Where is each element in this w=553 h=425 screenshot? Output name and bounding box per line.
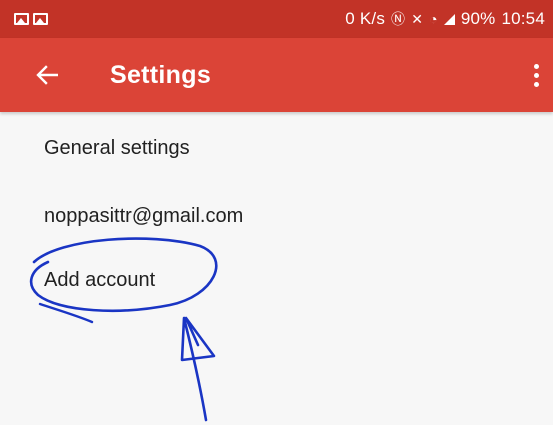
android-screen: 0 K/s Ⓝ ✕ ◔ 90% 10:54 Settings General s…	[0, 0, 553, 425]
wifi-icon: ◔	[429, 11, 438, 27]
app-bar: Settings	[0, 38, 553, 112]
status-notifications	[14, 13, 48, 25]
image-notification-icon	[33, 13, 48, 25]
clock: 10:54	[501, 9, 545, 28]
settings-item-label: noppasittr@gmail.com	[44, 204, 244, 227]
battery-level: 90%	[460, 9, 496, 28]
more-vertical-icon[interactable]	[519, 55, 553, 95]
status-bar: 0 K/s Ⓝ ✕ ◔ 90% 10:54	[0, 0, 553, 38]
arrow-annotation	[180, 316, 216, 422]
settings-item-account[interactable]: noppasittr@gmail.com	[0, 184, 553, 248]
settings-list: General settings noppasittr@gmail.com Ad…	[0, 112, 553, 312]
settings-item-label: Add account	[44, 268, 156, 291]
settings-item-general[interactable]: General settings	[0, 112, 553, 184]
signal-icon	[443, 13, 455, 25]
page-title: Settings	[110, 60, 212, 89]
vibrate-icon: ✕	[411, 11, 424, 27]
settings-item-label: General settings	[44, 136, 190, 159]
status-indicators: 0 K/s Ⓝ ✕ ◔ 90% 10:54	[345, 9, 545, 29]
arrow-left-icon[interactable]	[34, 62, 60, 88]
nfc-icon: Ⓝ	[391, 11, 406, 27]
settings-item-add-account[interactable]: Add account	[0, 248, 553, 312]
network-speed: 0 K/s	[345, 9, 386, 28]
image-notification-icon	[14, 13, 29, 25]
